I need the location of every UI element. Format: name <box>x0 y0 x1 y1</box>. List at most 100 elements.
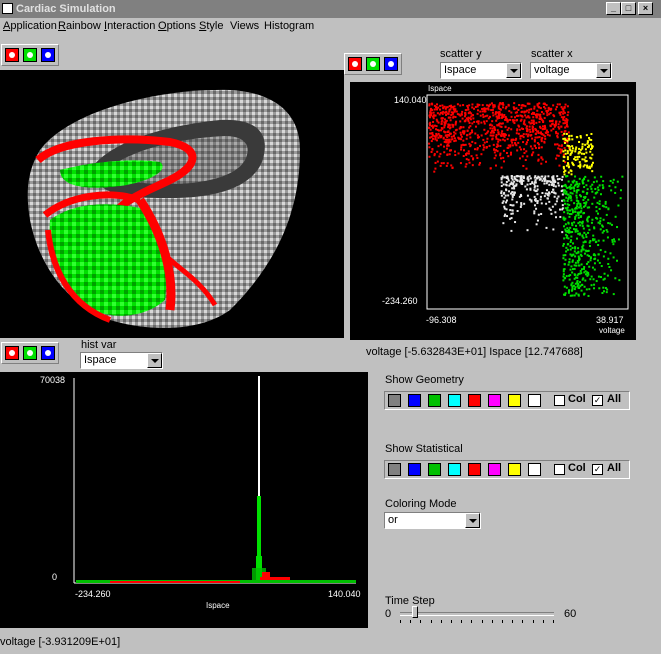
time-step-thumb[interactable] <box>412 606 418 618</box>
scatter-readout: voltage [-5.632843E+01] Ispace [12.74768… <box>366 346 583 358</box>
geometry-all-checkbox[interactable]: ✓ <box>592 395 603 406</box>
geometry-swatch-row: Col ✓ All <box>384 391 630 410</box>
red-toggle[interactable] <box>348 57 362 71</box>
geometry-swatch-6[interactable] <box>508 394 521 407</box>
menu-application[interactable]: Application <box>3 18 57 35</box>
slider-tick <box>431 620 432 623</box>
scatter-y-axis-label: Ispace <box>428 84 452 93</box>
statistical-swatch-1[interactable] <box>408 463 421 476</box>
statistical-col-checkbox[interactable] <box>554 464 565 475</box>
geometry-swatch-2[interactable] <box>428 394 441 407</box>
hist-readout: voltage [-3.931209E+01] <box>0 636 121 648</box>
statistical-swatch-5[interactable] <box>488 463 501 476</box>
geometry-swatch-3[interactable] <box>448 394 461 407</box>
hist-var-value: Ispace <box>84 354 117 366</box>
statistical-swatch-6[interactable] <box>508 463 521 476</box>
maximize-button[interactable]: □ <box>621 2 636 15</box>
show-statistical-label: Show Statistical <box>385 443 463 455</box>
show-geometry-label: Show Geometry <box>385 374 464 386</box>
geometry-swatch-1[interactable] <box>408 394 421 407</box>
statistical-all-label: All <box>607 462 622 474</box>
time-step-label: Time Step <box>385 595 435 607</box>
histogram-panel[interactable]: 70038 0 -234.260 140.040 Ispace <box>0 372 368 628</box>
window-title: Cardiac Simulation <box>16 3 116 15</box>
scatter-x-min: -96.308 <box>426 315 457 325</box>
menu-interaction[interactable]: Interaction <box>104 18 155 35</box>
coloring-mode-value: or <box>388 514 398 526</box>
green-toggle[interactable] <box>23 346 37 360</box>
hist-var-select[interactable]: Ispace <box>80 352 163 369</box>
slider-tick <box>512 620 513 623</box>
scatter-x-max: 38.917 <box>596 315 624 325</box>
slider-tick <box>553 620 554 623</box>
scatter-x-select[interactable]: voltage <box>530 62 612 79</box>
chevron-down-icon[interactable] <box>506 63 521 78</box>
scatter-x-axis-label: voltage <box>599 326 625 335</box>
slider-tick <box>461 620 462 623</box>
menu-views[interactable]: Views <box>230 18 259 35</box>
slider-tick <box>441 620 442 623</box>
menu-histogram[interactable]: Histogram <box>264 18 314 35</box>
geometry-swatch-5[interactable] <box>488 394 501 407</box>
app-icon <box>2 3 13 14</box>
slider-tick <box>533 620 534 623</box>
green-toggle[interactable] <box>366 57 380 71</box>
scatter-plot-panel[interactable]: Ispace 140.040 -234.260 -96.308 38.917 v… <box>350 82 636 340</box>
scatter-y-value: Ispace <box>444 64 477 76</box>
geometry-col-checkbox[interactable] <box>554 395 565 406</box>
close-button[interactable]: × <box>638 2 653 15</box>
statistical-all-checkbox[interactable]: ✓ <box>592 464 603 475</box>
heart-3d-view[interactable] <box>0 70 344 338</box>
slider-tick <box>400 620 401 623</box>
heart-model <box>27 89 300 329</box>
title-bar[interactable]: Cardiac Simulation _ □ × <box>0 0 661 18</box>
geometry-all-label: All <box>607 393 622 405</box>
statistical-swatch-3[interactable] <box>448 463 461 476</box>
chevron-down-icon[interactable] <box>147 353 162 368</box>
scatter-y-select[interactable]: Ispace <box>440 62 522 79</box>
chevron-down-icon[interactable] <box>596 63 611 78</box>
coloring-mode-label: Coloring Mode <box>385 498 457 510</box>
chevron-down-icon[interactable] <box>465 513 480 528</box>
time-step-slider[interactable] <box>400 606 554 624</box>
green-toggle[interactable] <box>23 48 37 62</box>
hist-var-label: hist var <box>81 339 117 351</box>
geometry-swatch-0[interactable] <box>388 394 401 407</box>
coloring-mode-select[interactable]: or <box>384 512 481 529</box>
blue-toggle[interactable] <box>41 346 55 360</box>
geometry-swatch-7[interactable] <box>528 394 541 407</box>
statistical-col-label: Col <box>568 462 586 474</box>
minimize-button[interactable]: _ <box>606 2 621 15</box>
time-step-max: 60 <box>564 608 577 620</box>
slider-tick <box>543 620 544 623</box>
hist-x-axis-label: Ispace <box>206 601 230 610</box>
geometry-swatch-4[interactable] <box>468 394 481 407</box>
hist-color-selector <box>1 342 59 364</box>
red-toggle[interactable] <box>5 48 19 62</box>
slider-tick <box>482 620 483 623</box>
hist-x-min: -234.260 <box>75 589 111 599</box>
geometry-col-label: Col <box>568 393 586 405</box>
view-color-selector <box>1 44 59 66</box>
scatter-y-max: 140.040 <box>394 95 427 105</box>
scatter-color-selector <box>344 53 402 75</box>
statistical-swatch-0[interactable] <box>388 463 401 476</box>
scatter-y-min: -234.260 <box>382 296 418 306</box>
slider-tick <box>451 620 452 623</box>
scatter-x-label: scatter x <box>531 48 573 60</box>
histogram-plot <box>73 376 356 584</box>
menu-style[interactable]: Style <box>199 18 223 35</box>
statistical-swatch-row: Col ✓ All <box>384 460 630 479</box>
slider-tick <box>420 620 421 623</box>
blue-toggle[interactable] <box>41 48 55 62</box>
statistical-swatch-7[interactable] <box>528 463 541 476</box>
scatter-x-value: voltage <box>534 64 570 76</box>
menu-options[interactable]: Options <box>158 18 196 35</box>
statistical-swatch-4[interactable] <box>468 463 481 476</box>
hist-y-min: 0 <box>52 572 58 582</box>
statistical-swatch-2[interactable] <box>428 463 441 476</box>
menu-bar: Application Rainbow Interaction Options … <box>0 18 661 35</box>
menu-rainbow[interactable]: Rainbow <box>58 18 101 35</box>
red-toggle[interactable] <box>5 346 19 360</box>
blue-toggle[interactable] <box>384 57 398 71</box>
